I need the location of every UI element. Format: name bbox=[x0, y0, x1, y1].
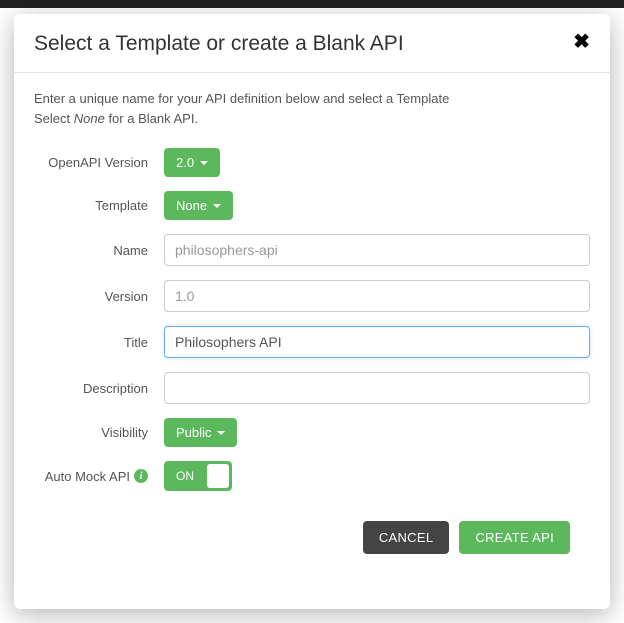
description-input[interactable] bbox=[164, 372, 590, 404]
label-auto-mock: Auto Mock API i bbox=[34, 469, 164, 484]
modal-footer: CANCEL CREATE API bbox=[34, 505, 590, 570]
top-bar bbox=[0, 0, 624, 8]
intro-prefix: Select bbox=[34, 111, 74, 126]
row-visibility: Visibility Public bbox=[34, 418, 590, 447]
label-visibility: Visibility bbox=[34, 425, 164, 440]
label-title: Title bbox=[34, 335, 164, 350]
control-version bbox=[164, 280, 590, 312]
modal-body: Enter a unique name for your API definit… bbox=[14, 73, 610, 609]
openapi-version-dropdown[interactable]: 2.0 bbox=[164, 148, 220, 177]
template-value: None bbox=[176, 198, 207, 213]
modal-title: Select a Template or create a Blank API bbox=[34, 32, 404, 56]
intro-em: None bbox=[74, 111, 105, 126]
create-api-button[interactable]: CREATE API bbox=[459, 521, 570, 554]
row-description: Description bbox=[34, 372, 590, 404]
control-auto-mock: ON bbox=[164, 461, 590, 491]
toggle-label: ON bbox=[164, 469, 204, 483]
close-icon: ✖ bbox=[573, 31, 590, 53]
cancel-button[interactable]: CANCEL bbox=[363, 521, 450, 554]
name-input[interactable] bbox=[164, 234, 590, 266]
row-version: Version bbox=[34, 280, 590, 312]
visibility-value: Public bbox=[176, 425, 211, 440]
info-icon[interactable]: i bbox=[134, 469, 148, 483]
title-input[interactable] bbox=[164, 326, 590, 358]
create-api-modal: Select a Template or create a Blank API … bbox=[14, 14, 610, 609]
label-template: Template bbox=[34, 198, 164, 213]
control-visibility: Public bbox=[164, 418, 590, 447]
control-openapi-version: 2.0 bbox=[164, 148, 590, 177]
caret-down-icon bbox=[213, 204, 221, 208]
row-title: Title bbox=[34, 326, 590, 358]
toggle-handle bbox=[207, 464, 229, 488]
intro-suffix: for a Blank API. bbox=[105, 111, 198, 126]
row-openapi-version: OpenAPI Version 2.0 bbox=[34, 148, 590, 177]
control-name bbox=[164, 234, 590, 266]
visibility-dropdown[interactable]: Public bbox=[164, 418, 237, 447]
intro-text: Enter a unique name for your API definit… bbox=[34, 89, 590, 128]
label-name: Name bbox=[34, 243, 164, 258]
intro-line1: Enter a unique name for your API definit… bbox=[34, 91, 449, 106]
control-template: None bbox=[164, 191, 590, 220]
row-template: Template None bbox=[34, 191, 590, 220]
caret-down-icon bbox=[200, 161, 208, 165]
template-dropdown[interactable]: None bbox=[164, 191, 233, 220]
control-title bbox=[164, 326, 590, 358]
openapi-version-value: 2.0 bbox=[176, 155, 194, 170]
control-description bbox=[164, 372, 590, 404]
caret-down-icon bbox=[217, 431, 225, 435]
row-name: Name bbox=[34, 234, 590, 266]
auto-mock-label-text: Auto Mock API bbox=[45, 469, 130, 484]
version-input[interactable] bbox=[164, 280, 590, 312]
label-description: Description bbox=[34, 381, 164, 396]
close-button[interactable]: ✖ bbox=[573, 32, 590, 52]
label-openapi-version: OpenAPI Version bbox=[34, 155, 164, 170]
modal-header: Select a Template or create a Blank API … bbox=[14, 14, 610, 73]
label-version: Version bbox=[34, 289, 164, 304]
row-auto-mock: Auto Mock API i ON bbox=[34, 461, 590, 491]
auto-mock-toggle[interactable]: ON bbox=[164, 461, 232, 491]
